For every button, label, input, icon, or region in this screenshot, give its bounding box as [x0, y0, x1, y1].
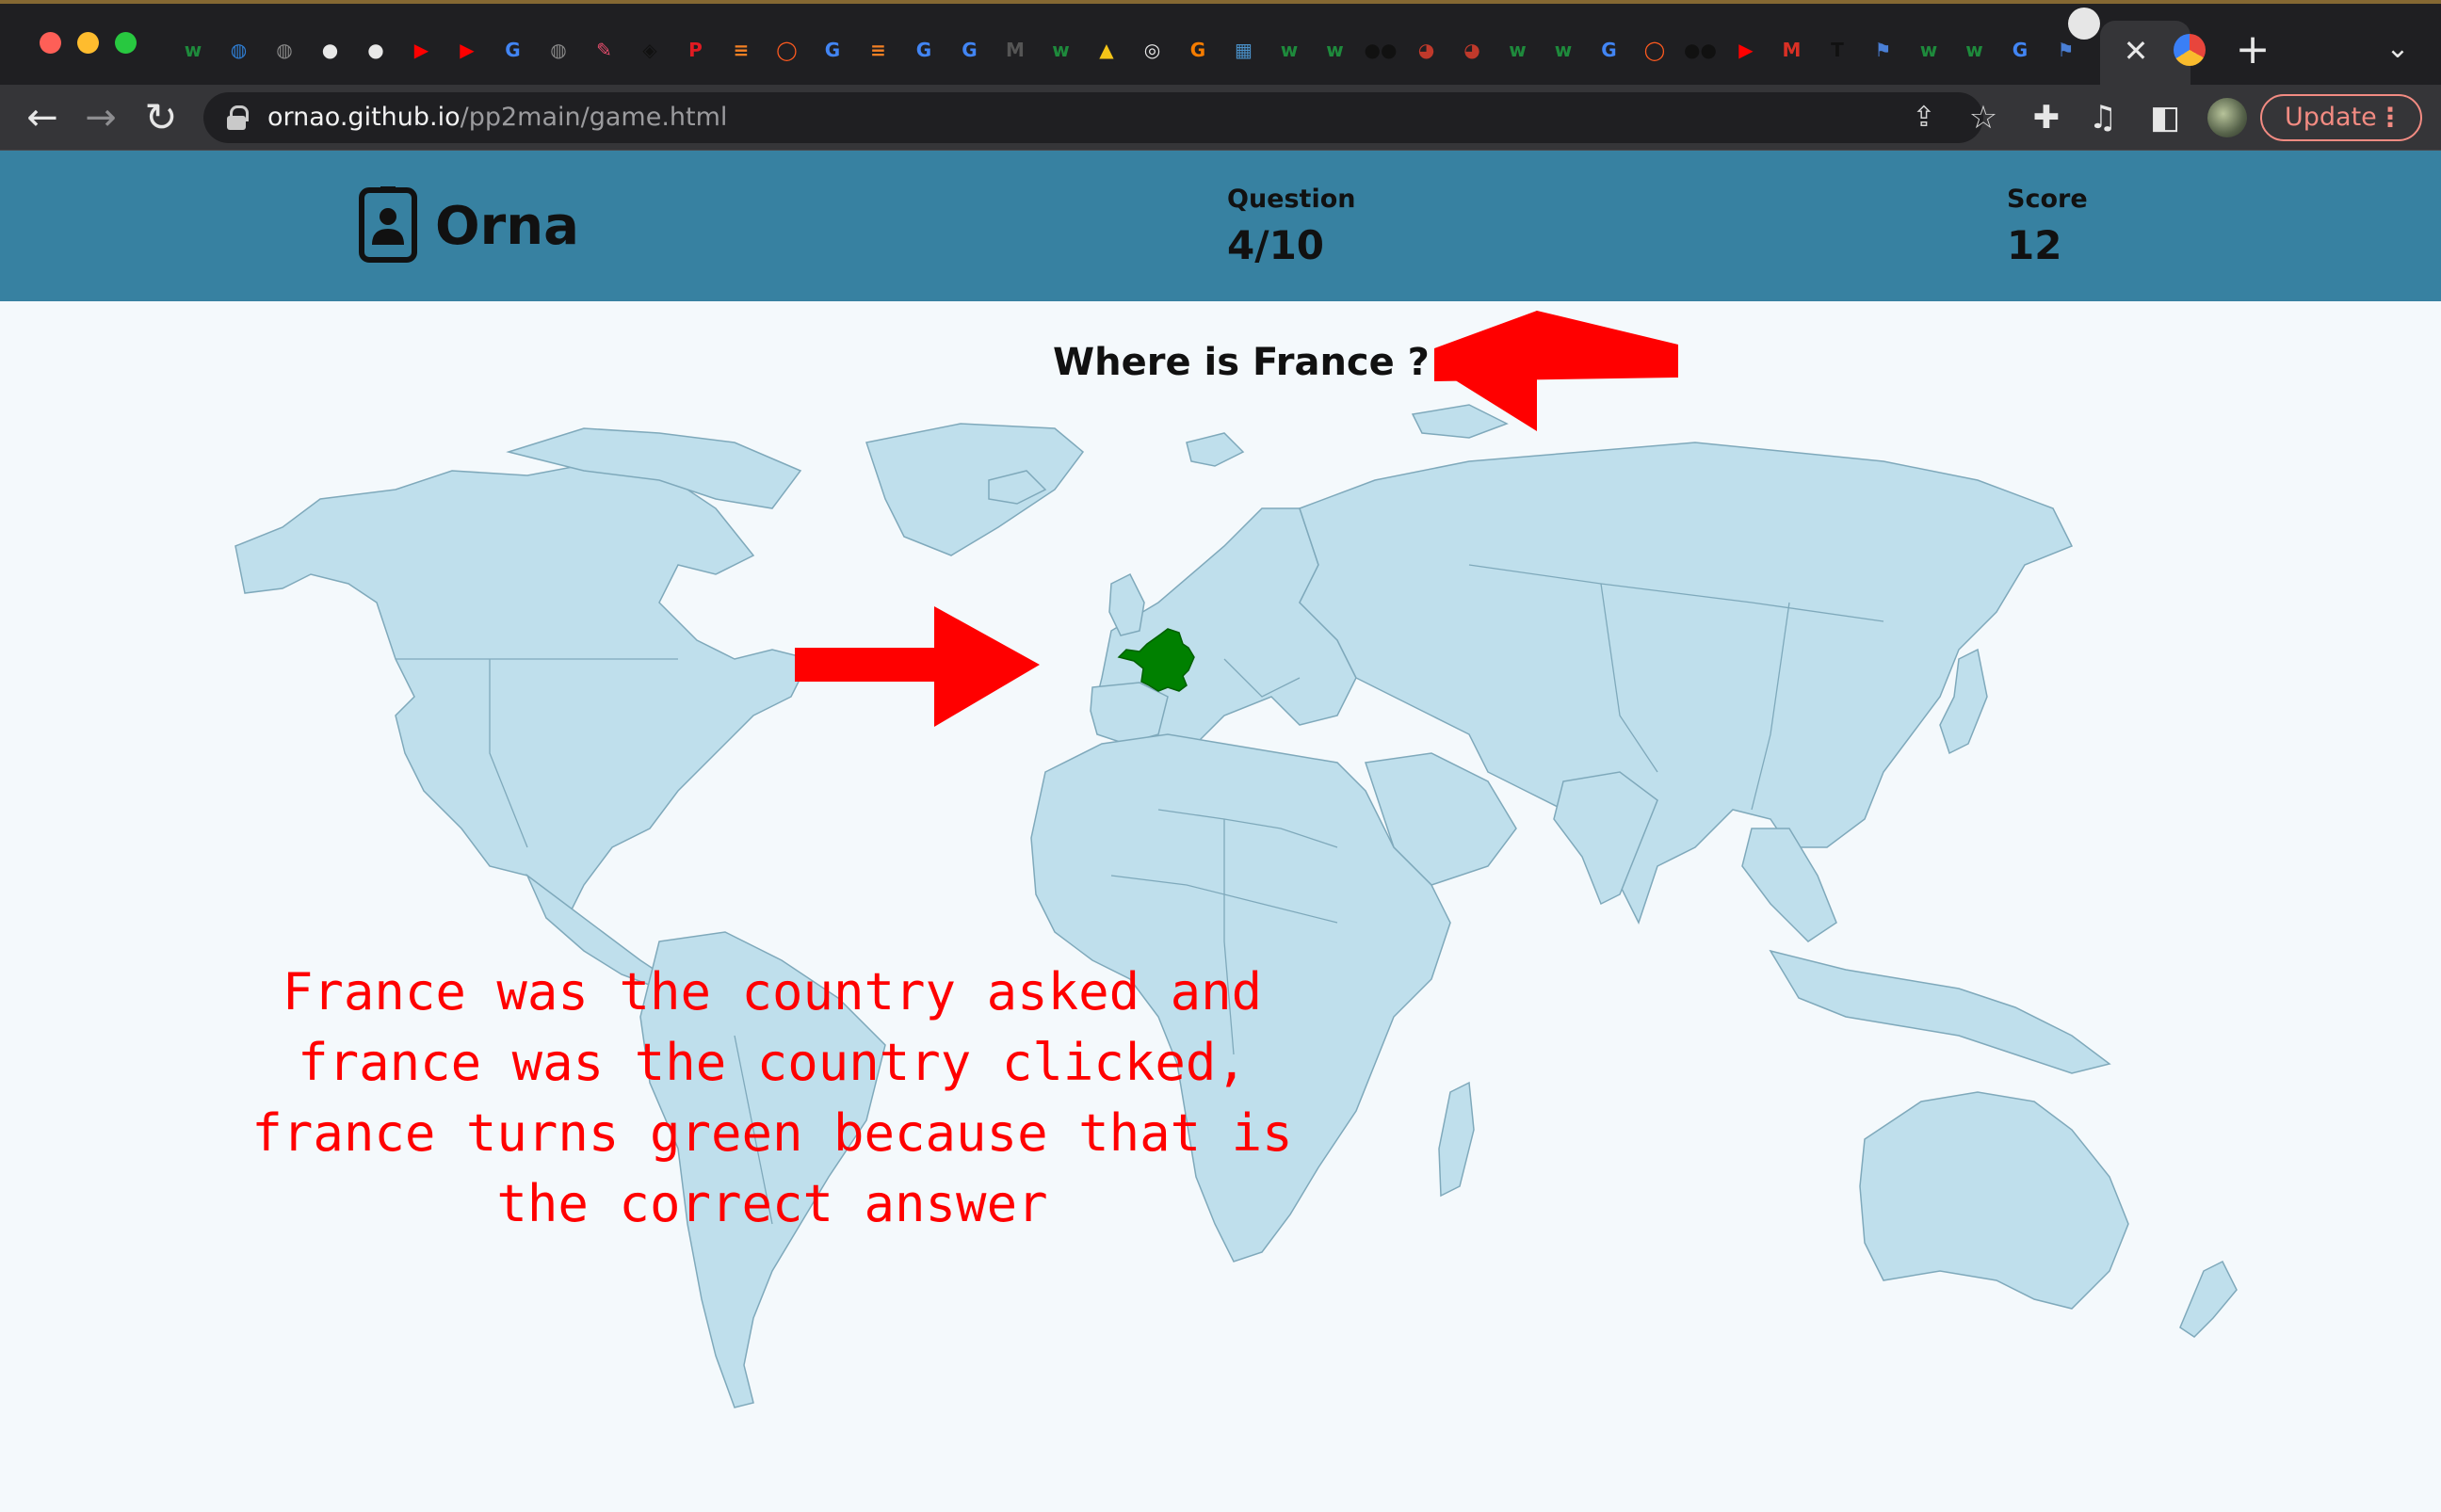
window-maximize-button[interactable]	[115, 32, 137, 54]
gmail-icon[interactable]: M	[1776, 34, 1808, 66]
medium-icon[interactable]: ●●	[1365, 34, 1398, 66]
country-greenland[interactable]	[865, 423, 1085, 556]
globe-icon[interactable]: ◍	[268, 34, 300, 66]
window-minimize-button[interactable]	[77, 32, 99, 54]
youtube-icon[interactable]: ▶	[451, 34, 483, 66]
map-icon[interactable]: ▦	[1228, 34, 1260, 66]
w3schools-icon[interactable]: w	[177, 34, 209, 66]
w3schools-icon[interactable]: w	[1959, 34, 1991, 66]
window-close-button[interactable]	[40, 32, 61, 54]
google-icon[interactable]: G	[954, 34, 986, 66]
update-button[interactable]: Update ⋮	[2260, 94, 2422, 141]
p-icon[interactable]: P	[680, 34, 712, 66]
annotation-line: France was the country asked and	[282, 962, 1263, 1021]
country-uk[interactable]	[1108, 572, 1145, 636]
question-counter-value: 4/10	[1227, 222, 1325, 268]
linux-icon[interactable]: ▲	[1091, 34, 1123, 66]
extensions-puzzle-icon[interactable]: ✚	[2027, 98, 2066, 137]
t-icon[interactable]: T	[1821, 34, 1853, 66]
w3schools-icon[interactable]: w	[1913, 34, 1945, 66]
google-icon[interactable]: G	[2004, 34, 2036, 66]
tab-search-chevron-down-icon[interactable]: ⌄	[2379, 30, 2417, 68]
chrome-icon[interactable]: ◎	[1137, 34, 1169, 66]
url-domain: ornao.github.io	[267, 103, 461, 132]
arctic-islands	[1411, 404, 1509, 439]
g-icon[interactable]: G	[1182, 34, 1214, 66]
google-icon[interactable]: G	[908, 34, 940, 66]
country-spain[interactable]	[1090, 682, 1169, 745]
address-bar[interactable]: ornao.github.io/pp2main/game.html ⇪ ☆	[203, 92, 1997, 143]
browser-toolbar: ← → ↻ ornao.github.io/pp2main/game.html …	[0, 85, 2441, 151]
country-indonesia[interactable]	[1769, 949, 2111, 1074]
stackoverflow-icon[interactable]: ≡	[863, 34, 895, 66]
score-value: 12	[2007, 222, 2062, 268]
colorwheel-icon[interactable]: ◕	[1411, 34, 1443, 66]
m-icon[interactable]: M	[999, 34, 1031, 66]
w3schools-icon[interactable]: w	[1045, 34, 1077, 66]
menu-kebab-icon: ⋮	[2377, 102, 2403, 133]
annotation-text: France was the country asked and france …	[207, 957, 1337, 1239]
question-counter-label: Question	[1227, 185, 1356, 214]
w3schools-icon[interactable]: w	[1319, 34, 1351, 66]
url-path: /pp2main/game.html	[460, 103, 728, 132]
country-madagascar[interactable]	[1438, 1081, 1475, 1198]
flag-icon[interactable]: ⚑	[2050, 34, 2082, 66]
stackoverflow-icon[interactable]: ≡	[725, 34, 757, 66]
question-text: Where is France ?	[1053, 341, 1430, 384]
new-tab-plus-icon[interactable]: +	[2234, 26, 2271, 73]
country-australia[interactable]	[1859, 1091, 2129, 1310]
game-header: Orna Question 4/10 Score 12	[0, 151, 2441, 301]
github-icon[interactable]: ●	[315, 34, 347, 66]
globe-icon[interactable]: ◍	[223, 34, 255, 66]
colorwheel-icon[interactable]: ◕	[1456, 34, 1488, 66]
w3schools-icon[interactable]: w	[1547, 34, 1579, 66]
side-panel-icon[interactable]: ◧	[2145, 98, 2185, 137]
update-button-label: Update	[2285, 103, 2377, 132]
landmass-group	[234, 404, 2238, 1408]
youtube-icon[interactable]: ▶	[406, 34, 438, 66]
ring-icon[interactable]: ◯	[1639, 34, 1671, 66]
github-icon[interactable]: ●	[360, 34, 392, 66]
google-icon[interactable]: G	[1593, 34, 1625, 66]
back-arrow-icon[interactable]: ←	[19, 94, 66, 141]
bookmark-star-icon[interactable]: ☆	[1966, 101, 2000, 135]
google-icon[interactable]: G	[497, 34, 529, 66]
annotation-line: france turns green because that is	[251, 1103, 1293, 1163]
pencil-icon[interactable]: ✎	[589, 34, 621, 66]
media-control-icon[interactable]: ♫	[2083, 98, 2123, 137]
contact-card-icon	[359, 186, 417, 263]
country-north-america[interactable]	[234, 460, 812, 925]
youtube-icon[interactable]: ▶	[1730, 34, 1762, 66]
country-new-zealand[interactable]	[2179, 1260, 2238, 1338]
arrow-pointing-to-france	[795, 606, 1040, 727]
arctic-islands	[1186, 432, 1245, 467]
profile-avatar[interactable]	[2207, 98, 2247, 137]
ring-icon[interactable]: ◯	[771, 34, 803, 66]
world-map[interactable]	[0, 301, 2441, 1512]
reload-icon[interactable]: ↻	[137, 94, 185, 141]
codepen-icon[interactable]: ◈	[634, 34, 666, 66]
medium-icon[interactable]: ●●	[1684, 34, 1717, 66]
annotation-line: france was the country clicked,	[298, 1033, 1247, 1092]
tab-favicon[interactable]	[2068, 8, 2100, 40]
globe-icon[interactable]: ◍	[542, 34, 574, 66]
w3schools-icon[interactable]: w	[1273, 34, 1305, 66]
share-icon[interactable]: ⇪	[1908, 102, 1940, 134]
annotation-line: the correct answer	[496, 1174, 1048, 1233]
colorwheel-icon[interactable]	[2174, 34, 2206, 66]
tab-strip: w ◍ ◍ ● ● ▶ ▶ G ◍ ✎ ◈ P ≡ ◯ G ≡ G G Mw ▲ ◎ G ▦ w w ●● ◕ ◕ w w G ◯ ●● ▶ M T ⚑…	[177, 26, 2211, 75]
browser-tab-bar: w ◍ ◍ ● ● ▶ ▶ G ◍ ✎ ◈ P ≡ ◯ G ≡ G G Mw ▲ ◎ G ▦ w w ●● ◕ ◕ w w G ◯ ●● ▶ M T ⚑…	[0, 0, 2441, 85]
google-icon[interactable]: G	[816, 34, 849, 66]
flag-icon[interactable]: ⚑	[1867, 34, 1899, 66]
url-text[interactable]: ornao.github.io/pp2main/game.html	[267, 92, 727, 143]
tab-close-icon[interactable]: ✕	[2119, 34, 2153, 68]
score-label: Score	[2007, 185, 2088, 214]
logo-text: Orna	[435, 196, 579, 257]
forward-arrow-icon[interactable]: →	[77, 94, 124, 141]
w3schools-icon[interactable]: w	[1502, 34, 1534, 66]
lock-icon	[226, 105, 249, 130]
